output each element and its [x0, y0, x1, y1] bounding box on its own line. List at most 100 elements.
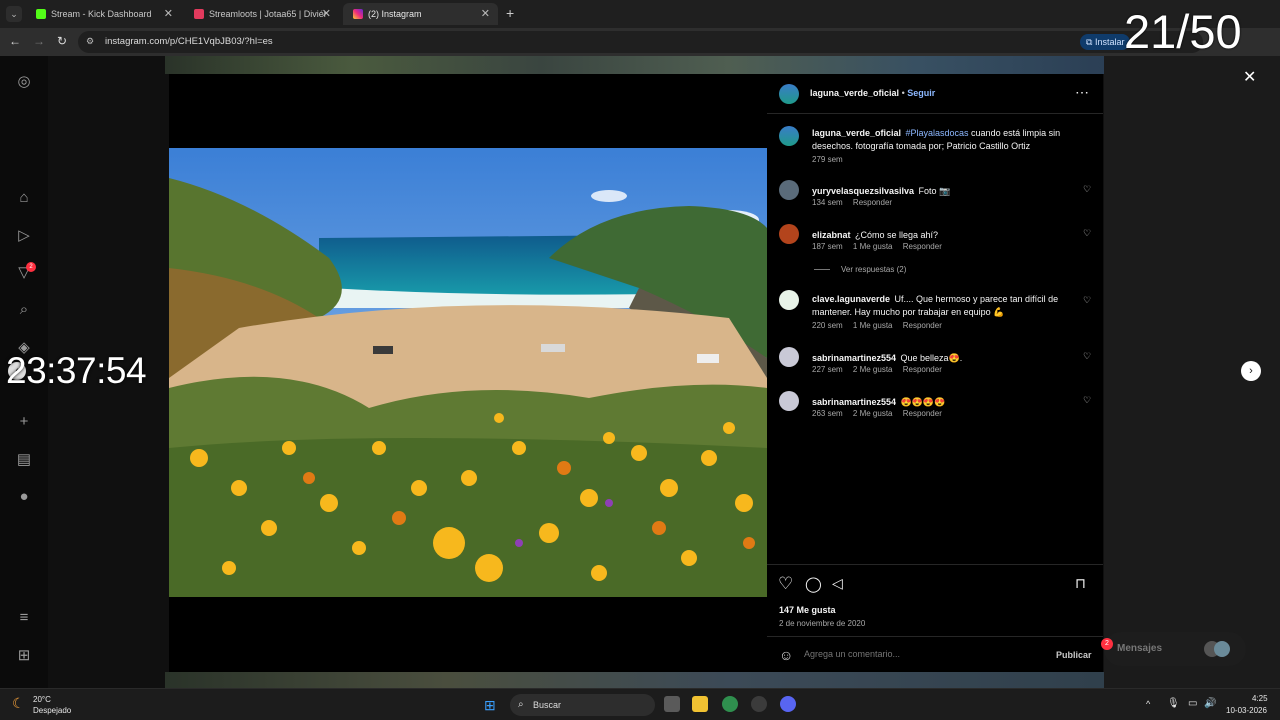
comment-text: ¿Cómo se llega ahí? [854, 230, 939, 240]
caption-hashtag[interactable]: #Playalasdocas [906, 128, 969, 138]
commenter-avatar[interactable] [779, 347, 799, 367]
profile-avatar-icon[interactable]: ● [14, 487, 34, 507]
close-tab-icon[interactable]: ✕ [481, 7, 490, 20]
comment-username[interactable]: yuryvelasquezsilvasilva [812, 186, 914, 196]
more-options-icon[interactable]: ⋯ [1075, 84, 1089, 101]
comment-row: sabrinamartinez554 Que belleza😍. [812, 348, 1073, 366]
like-comment-icon[interactable]: ♡ [1083, 351, 1091, 362]
reload-icon[interactable]: ↻ [57, 34, 67, 48]
browser-tab-bar: ⌄ Stream - Kick Dashboard ✕ Streamloots … [0, 0, 1280, 28]
likes-count[interactable]: 147 Me gusta [779, 605, 836, 615]
new-tab-icon[interactable]: + [506, 5, 514, 21]
like-comment-icon[interactable]: ♡ [1083, 295, 1091, 306]
tab-kick-dashboard[interactable]: Stream - Kick Dashboard ✕ [26, 3, 181, 25]
close-tab-icon[interactable]: ✕ [322, 7, 331, 20]
menu-icon[interactable]: ≡ [14, 608, 34, 628]
more-apps-icon[interactable]: ⊞ [14, 646, 34, 666]
commenter-avatar[interactable] [779, 224, 799, 244]
comment-username[interactable]: elizabnat [812, 230, 851, 240]
microphone-icon[interactable]: 🎙 [1167, 698, 1180, 709]
create-icon[interactable]: + [14, 412, 34, 432]
reply-button[interactable]: Responder [903, 365, 942, 374]
home-icon[interactable]: ⌂ [14, 188, 34, 208]
comment-username[interactable]: sabrinamartinez554 [812, 353, 896, 363]
replies-line [814, 269, 830, 270]
view-replies-button[interactable]: Ver respuestas (2) [841, 265, 906, 274]
back-icon[interactable]: ← [9, 34, 21, 48]
task-view-icon[interactable] [664, 696, 680, 712]
messages-button[interactable]: Mensajes [1104, 632, 1246, 666]
reply-button[interactable]: Responder [853, 198, 892, 207]
share-icon[interactable]: ◁ [832, 575, 843, 592]
search-icon[interactable]: ⌕ [14, 300, 34, 320]
publish-button[interactable]: Publicar [1056, 650, 1092, 660]
caption-time: 279 sem [812, 155, 843, 164]
tab-search-icon[interactable]: ⌄ [6, 6, 22, 22]
caption-username[interactable]: laguna_verde_oficial [812, 128, 901, 138]
save-icon[interactable]: ⊓ [1075, 575, 1086, 592]
like-comment-icon[interactable]: ♡ [1083, 184, 1091, 195]
comment-input[interactable] [804, 647, 1044, 661]
close-modal-icon[interactable]: ✕ [1243, 67, 1256, 87]
windows-start-icon[interactable]: ⊞ [484, 697, 496, 714]
reply-button[interactable]: Responder [903, 242, 942, 251]
comment-likes[interactable]: 1 Me gusta [853, 242, 893, 251]
omnibox[interactable]: ⚙ instagram.com/p/CHE1VqbJB03/?hl=es [78, 31, 1203, 53]
taskbar-search[interactable]: ⌕ Buscar [510, 694, 655, 716]
volume-icon[interactable]: 🔊 [1204, 698, 1216, 709]
author-avatar[interactable] [779, 84, 799, 104]
install-app-button[interactable]: ⧉ Instalar [1080, 34, 1131, 50]
background-feed-strip [165, 56, 1105, 74]
reply-button[interactable]: Responder [903, 321, 942, 330]
obs-icon[interactable] [751, 696, 767, 712]
discord-icon[interactable] [780, 696, 796, 712]
tab-instagram[interactable]: (2) Instagram ✕ [343, 3, 498, 25]
comment-likes[interactable]: 1 Me gusta [853, 321, 893, 330]
site-info-icon[interactable]: ⚙ [86, 36, 94, 47]
like-comment-icon[interactable]: ♡ [1083, 228, 1091, 239]
beach-landscape-image [169, 148, 767, 597]
commenter-avatar[interactable] [779, 290, 799, 310]
show-hidden-icons-icon[interactable]: ^ [1146, 699, 1150, 709]
url-text[interactable]: instagram.com/p/CHE1VqbJB03/?hl=es [105, 36, 273, 47]
weather-icon[interactable]: ☾ [12, 695, 25, 712]
comment-row: clave.lagunaverde Uf.... Que hermoso y p… [812, 292, 1073, 318]
next-post-icon[interactable]: › [1241, 361, 1261, 381]
reply-button[interactable]: Responder [903, 409, 942, 418]
comment-time: 227 sem [812, 365, 843, 374]
follow-button[interactable]: Seguir [907, 88, 935, 98]
emoji-icon[interactable]: ☺ [779, 647, 793, 663]
comment-likes[interactable]: 2 Me gusta [853, 365, 893, 374]
network-icon[interactable]: ▭ [1188, 698, 1197, 709]
comment-username[interactable]: clave.lagunaverde [812, 294, 890, 304]
close-tab-icon[interactable]: ✕ [164, 7, 173, 20]
messages-label: Mensajes [1117, 643, 1163, 654]
author-username[interactable]: laguna_verde_oficial [810, 88, 899, 98]
messages-avatar [1214, 641, 1230, 657]
instagram-logo-icon[interactable]: ◎ [14, 72, 34, 92]
dashboard-icon[interactable]: ▤ [14, 450, 34, 470]
clock-date[interactable]: 10-03-2026 [1226, 706, 1267, 715]
commenter-avatar[interactable] [779, 180, 799, 200]
commenter-avatar[interactable] [779, 391, 799, 411]
chrome-icon[interactable] [722, 696, 738, 712]
like-comment-icon[interactable]: ♡ [1083, 395, 1091, 406]
reels-icon[interactable]: ▷ [14, 226, 34, 246]
like-icon[interactable]: ♡ [778, 574, 793, 594]
tab-streamloots[interactable]: Streamloots | Jotaa65 | Diviérte ✕ [184, 3, 339, 25]
weather-temperature[interactable]: 20°C [33, 695, 51, 704]
caption-avatar[interactable] [779, 126, 799, 146]
weather-condition[interactable]: Despejado [33, 706, 71, 715]
comment-likes[interactable]: 2 Me gusta [853, 409, 893, 418]
file-explorer-icon[interactable] [692, 696, 708, 712]
comment-username[interactable]: sabrinamartinez554 [812, 397, 896, 407]
forward-icon[interactable]: → [33, 34, 45, 48]
post-header: laguna_verde_oficial • Seguir [810, 88, 935, 98]
post-comment-panel: laguna_verde_oficial • Seguir ⋯ laguna_v… [767, 74, 1103, 672]
comment-icon[interactable]: ◯ [805, 575, 822, 593]
clock-time[interactable]: 4:25 [1252, 694, 1268, 703]
comment-time: 263 sem [812, 409, 843, 418]
post-photo [169, 148, 767, 597]
streamloots-favicon-icon [194, 9, 204, 19]
comment-meta: 263 sem 2 Me gusta Responder [812, 409, 942, 418]
